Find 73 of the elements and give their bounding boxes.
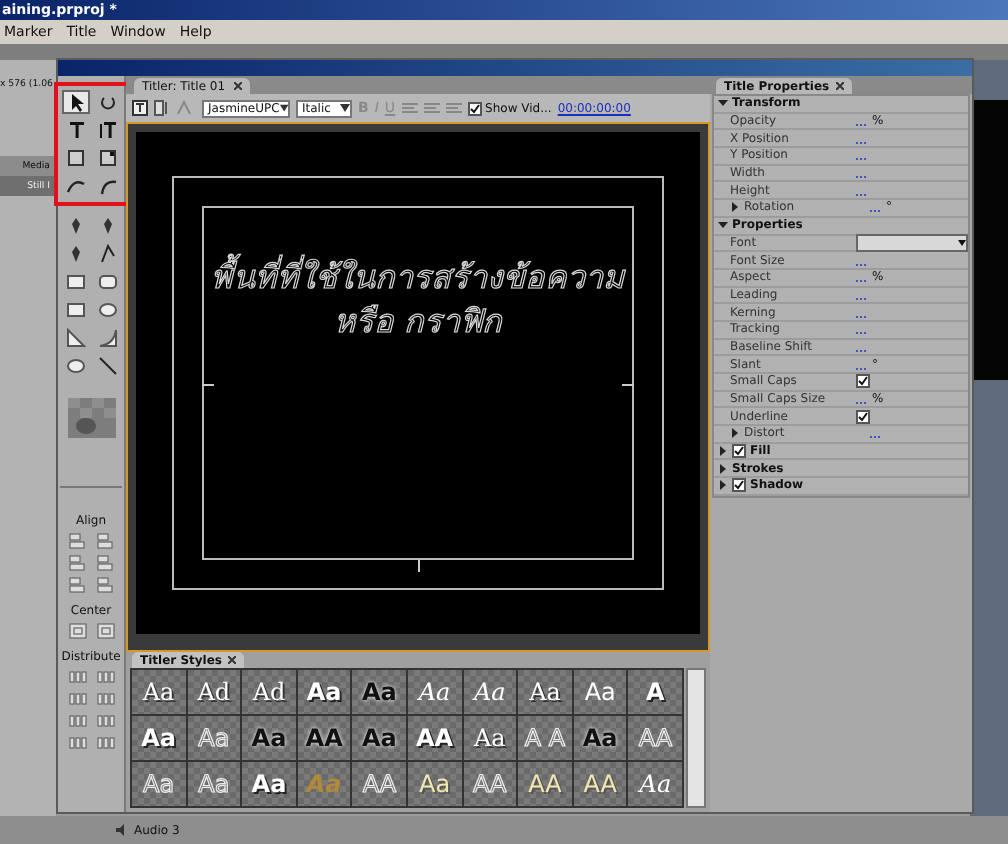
rectangle-icon[interactable]: [61, 270, 89, 294]
align-icon[interactable]: [67, 532, 87, 550]
distribute-icon[interactable]: [67, 690, 87, 708]
title-text[interactable]: หรือ กราฟิก: [333, 300, 503, 344]
style-swatch[interactable]: Aa: [518, 670, 572, 714]
style-swatch[interactable]: Aa: [628, 762, 682, 806]
style-swatch[interactable]: Aa: [408, 670, 462, 714]
style-swatch[interactable]: AA: [408, 716, 462, 760]
style-swatch[interactable]: Aa: [573, 670, 627, 714]
style-swatch[interactable]: Aa: [463, 716, 517, 760]
distribute-icon[interactable]: [95, 712, 115, 730]
style-swatch[interactable]: Aa: [352, 670, 406, 714]
show-video-checkbox[interactable]: [467, 101, 482, 115]
align-icon[interactable]: [95, 576, 115, 594]
caret-icon: [340, 104, 350, 112]
disclosure-triangle-icon[interactable]: [718, 98, 728, 109]
checkbox[interactable]: [732, 478, 746, 493]
checkbox[interactable]: [732, 444, 746, 459]
ellipse-icon[interactable]: [93, 298, 121, 322]
align-icon[interactable]: [95, 554, 115, 572]
rectangle-icon[interactable]: [61, 298, 89, 322]
style-swatch[interactable]: Aa: [132, 762, 186, 806]
caret-icon: [958, 239, 966, 246]
close-icon[interactable]: [228, 656, 236, 664]
style-swatch[interactable]: Aa: [187, 762, 241, 806]
style-swatch[interactable]: Aa: [408, 762, 462, 806]
scrollbar[interactable]: [686, 668, 706, 808]
wedge-icon[interactable]: [61, 326, 89, 350]
caret-icon: [279, 104, 288, 112]
distribute-icon[interactable]: [67, 712, 87, 730]
distribute-icon[interactable]: [95, 668, 115, 686]
style-swatch[interactable]: Aa: [352, 716, 406, 760]
style-swatch[interactable]: Aa: [242, 716, 296, 760]
style-swatch[interactable]: A A: [518, 716, 572, 760]
style-swatch[interactable]: A: [628, 670, 682, 714]
style-swatch[interactable]: Aa: [132, 670, 186, 714]
center-tick: [622, 383, 634, 385]
style-swatch[interactable]: Aa: [187, 716, 241, 760]
checkbox[interactable]: [856, 374, 870, 389]
style-swatch[interactable]: AA: [297, 716, 351, 760]
style-swatch[interactable]: Aa: [132, 716, 186, 760]
ellipse-icon[interactable]: [61, 354, 89, 378]
title-text[interactable]: พื้นที่ที่ใช้ในการสร้างข้อความ: [211, 256, 625, 300]
style-swatch[interactable]: Aa: [242, 762, 296, 806]
style-swatch[interactable]: Aa: [463, 670, 517, 714]
style-swatch[interactable]: AA: [573, 762, 627, 806]
close-icon[interactable]: [233, 82, 242, 90]
speaker-icon: [116, 824, 128, 836]
text-frame-icon[interactable]: [132, 100, 148, 116]
template-icon[interactable]: [154, 100, 170, 116]
style-swatch[interactable]: AA: [628, 716, 682, 760]
rounded-rectangle-icon[interactable]: [93, 270, 121, 294]
style-swatch[interactable]: AA: [463, 762, 517, 806]
center-tick: [418, 560, 420, 572]
align-icon[interactable]: [67, 554, 87, 572]
align-icon[interactable]: [67, 576, 87, 594]
distribute-icon[interactable]: [95, 734, 115, 752]
distribute-icon[interactable]: [67, 668, 87, 686]
distribute-icon[interactable]: [67, 734, 87, 752]
style-preview: [67, 398, 115, 438]
style-swatch[interactable]: Ad: [242, 670, 296, 714]
style-swatch[interactable]: AA: [518, 762, 572, 806]
align-icon[interactable]: [95, 532, 115, 550]
checkbox[interactable]: [856, 409, 870, 424]
close-icon[interactable]: [835, 82, 844, 90]
style-swatch[interactable]: AA: [352, 762, 406, 806]
center-tick: [202, 383, 214, 385]
font-dropdown[interactable]: [856, 233, 968, 252]
style-swatch[interactable]: Ad: [187, 670, 241, 714]
distribute-icon[interactable]: [95, 690, 115, 708]
style-swatch[interactable]: Aa: [573, 716, 627, 760]
line-icon[interactable]: [93, 354, 121, 378]
style-swatch[interactable]: Aa: [297, 670, 351, 714]
